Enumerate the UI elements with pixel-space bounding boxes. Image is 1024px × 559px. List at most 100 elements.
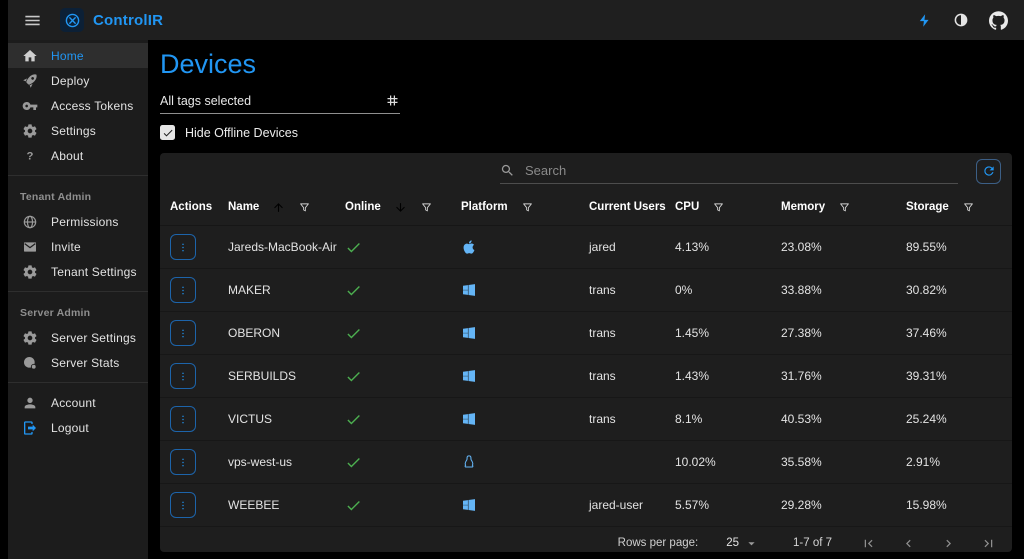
windows-icon (461, 497, 477, 513)
gear-icon (22, 330, 38, 346)
sidebar-section-label-tenant-admin: Tenant Admin (8, 183, 148, 209)
windows-icon (461, 368, 477, 384)
refresh-icon (982, 164, 996, 178)
sidebar-divider (8, 175, 148, 176)
storage-value: 39.31% (906, 369, 1002, 383)
cpu-value: 8.1% (675, 412, 781, 426)
previous-page-icon (901, 536, 916, 551)
device-name: SERBUILDS (228, 369, 345, 383)
column-header-memory[interactable]: Memory (781, 201, 906, 214)
online-status (345, 411, 461, 428)
search-input[interactable] (523, 162, 958, 179)
column-header-platform[interactable]: Platform (461, 201, 589, 214)
row-actions-button[interactable] (170, 492, 196, 518)
column-label: Name (228, 201, 259, 213)
online-check-icon (345, 411, 362, 428)
sidebar-item-settings[interactable]: Settings (8, 118, 148, 143)
chevron-down-icon (744, 536, 759, 551)
sidebar-item-label: Server Settings (51, 331, 136, 345)
sidebar-item-home[interactable]: Home (8, 43, 148, 68)
theme-toggle-icon[interactable] (949, 8, 973, 32)
sidebar-item-label: Permissions (51, 215, 119, 229)
row-actions-button[interactable] (170, 320, 196, 346)
sidebar-item-label: Logout (51, 421, 89, 435)
help-icon (22, 148, 38, 164)
hamburger-menu-icon[interactable] (19, 7, 45, 33)
online-check-icon (345, 325, 362, 342)
table-row: MAKERtrans0%33.88%30.82% (160, 269, 1012, 312)
sidebar-item-access-tokens[interactable]: Access Tokens (8, 93, 148, 118)
sidebar-item-about[interactable]: About (8, 143, 148, 168)
current-users: trans (589, 369, 675, 383)
column-header-storage[interactable]: Storage (906, 201, 1002, 214)
refresh-button[interactable] (976, 159, 1001, 184)
cpu-value: 10.02% (675, 455, 781, 469)
filter-icon[interactable] (962, 201, 975, 214)
column-header-actions[interactable]: Actions (170, 201, 228, 213)
sidebar-item-account[interactable]: Account (8, 390, 148, 415)
dots-vertical-icon (177, 326, 189, 341)
table-body: Jareds-MacBook-Airjared4.13%23.08%89.55%… (160, 226, 1012, 527)
row-actions-button[interactable] (170, 449, 196, 475)
previous-page-button[interactable] (898, 533, 918, 552)
last-page-button[interactable] (978, 533, 998, 552)
row-actions-button[interactable] (170, 363, 196, 389)
sidebar-item-logout[interactable]: Logout (8, 415, 148, 440)
column-header-current-users[interactable]: Current Users (589, 201, 675, 213)
storage-value: 37.46% (906, 326, 1002, 340)
search-field (500, 159, 958, 184)
sort-asc-icon[interactable] (272, 201, 285, 214)
sidebar-divider (8, 382, 148, 383)
hide-offline-checkbox[interactable] (160, 125, 175, 140)
windows-icon (461, 411, 477, 427)
tag-filter-select[interactable]: All tags selected (160, 93, 400, 114)
tag-hash-icon[interactable] (385, 93, 400, 108)
next-page-icon (941, 536, 956, 551)
storage-value: 2.91% (906, 455, 1002, 469)
online-check-icon (345, 497, 362, 514)
sidebar-item-deploy[interactable]: Deploy (8, 68, 148, 93)
row-actions-button[interactable] (170, 234, 196, 260)
online-check-icon (345, 454, 362, 471)
storage-value: 15.98% (906, 498, 1002, 512)
filter-icon[interactable] (712, 201, 725, 214)
sidebar-item-server-stats[interactable]: Server Stats (8, 350, 148, 375)
online-check-icon (345, 239, 362, 256)
dots-vertical-icon (177, 498, 189, 513)
filter-icon[interactable] (838, 201, 851, 214)
online-status (345, 497, 461, 514)
top-app-bar: ControlIR (8, 0, 1024, 40)
sidebar-item-label: Settings (51, 124, 96, 138)
sidebar-nav: HomeDeployAccess Tokens Settings About Tena… (8, 40, 148, 559)
current-users: trans (589, 412, 675, 426)
sidebar-item-tenant-settings[interactable]: Tenant Settings (8, 259, 148, 284)
next-page-button[interactable] (938, 533, 958, 552)
key-icon (22, 98, 38, 114)
github-icon[interactable] (986, 8, 1010, 32)
row-actions-button[interactable] (170, 406, 196, 432)
page-title: Devices (160, 49, 1012, 80)
filter-icon[interactable] (420, 201, 433, 214)
rows-per-page-select[interactable]: 25 (720, 535, 765, 552)
sidebar-item-permissions[interactable]: Permissions (8, 209, 148, 234)
sort-desc-icon[interactable] (394, 201, 407, 214)
row-actions-button[interactable] (170, 277, 196, 303)
app-title: ControlIR (93, 12, 163, 29)
lightning-bolt-icon[interactable] (912, 8, 936, 32)
column-header-name[interactable]: Name (228, 201, 345, 214)
column-header-online[interactable]: Online (345, 201, 461, 214)
current-users: trans (589, 326, 675, 340)
sidebar-item-invite[interactable]: Invite (8, 234, 148, 259)
cpu-value: 0% (675, 283, 781, 297)
filter-icon[interactable] (298, 201, 311, 214)
dots-vertical-icon (177, 455, 189, 470)
table-row: OBERONtrans1.45%27.38%37.46% (160, 312, 1012, 355)
sidebar-item-server-settings[interactable]: Server Settings (8, 325, 148, 350)
memory-value: 33.88% (781, 283, 906, 297)
platform-cell (461, 325, 589, 341)
filter-icon[interactable] (521, 201, 534, 214)
column-header-cpu[interactable]: CPU (675, 201, 781, 214)
first-page-button[interactable] (858, 533, 878, 552)
column-label: Current Users (589, 201, 666, 213)
online-status (345, 454, 461, 471)
